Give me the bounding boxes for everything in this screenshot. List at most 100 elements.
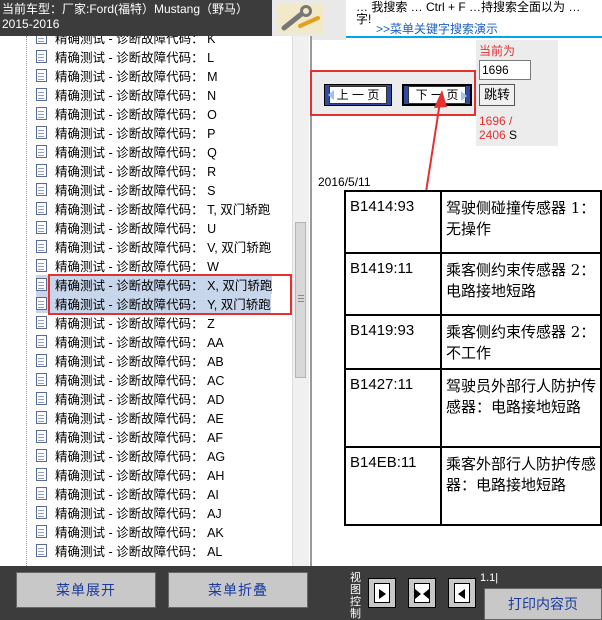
arrow-left-icon	[328, 90, 334, 100]
tree-item-label: 精确测试 - 诊断故障代码： P	[55, 127, 216, 141]
tree-item[interactable]: 精确测试 - 诊断故障代码： K	[36, 36, 215, 47]
document-icon	[36, 69, 47, 82]
page-number-input[interactable]	[479, 60, 531, 80]
tree-item-label: 精确测试 - 诊断故障代码： AL	[55, 545, 223, 559]
table-row: B1419:93 乘客侧约束传感器 2：不工作	[344, 314, 602, 370]
tree-item-label: 精确测试 - 诊断故障代码： Q	[55, 146, 217, 160]
tree-item-label: 精确测试 - 诊断故障代码： AE	[55, 412, 224, 426]
tree-item-label: 精确测试 - 诊断故障代码： M	[55, 70, 218, 84]
arrow-left-icon	[423, 589, 429, 599]
document-icon	[36, 544, 47, 557]
tree-item[interactable]: 精确测试 - 诊断故障代码： T, 双门轿跑	[36, 199, 270, 218]
document-icon	[36, 449, 47, 462]
document-icon	[36, 297, 47, 310]
document-icon	[36, 506, 47, 519]
scrollbar-grip-icon	[298, 295, 304, 296]
year-line: 2015-2016	[2, 17, 60, 31]
tree-item[interactable]: 精确测试 - 诊断故障代码： AB	[36, 351, 224, 370]
document-viewer: B1414:93 驾驶侧碰撞传感器 1：无操作 B1419:11 乘客侧约束传感器 2…	[312, 146, 602, 566]
tree-item[interactable]: 精确测试 - 诊断故障代码： W	[36, 256, 219, 275]
menu-collapse-button[interactable]: 菜单折叠	[168, 572, 308, 608]
tree-item-label: 精确测试 - 诊断故障代码： AJ	[55, 507, 222, 521]
tree-item[interactable]: 精确测试 - 诊断故障代码： P	[36, 123, 215, 142]
tree-item[interactable]: 精确测试 - 诊断故障代码： AC	[36, 370, 224, 389]
arrow-left-icon	[458, 589, 465, 599]
page-icon	[414, 583, 430, 603]
tree-item[interactable]: 精确测试 - 诊断故障代码： AG	[36, 446, 225, 465]
document-icon	[36, 107, 47, 120]
tree-item[interactable]: 精确测试 - 诊断故障代码： N	[36, 85, 216, 104]
scrollbar-thumb[interactable]	[295, 222, 306, 378]
tree-item-label: 精确测试 - 诊断故障代码： AI	[55, 488, 219, 502]
page-count-suffix: S	[509, 128, 518, 142]
tree-item[interactable]: 精确测试 - 诊断故障代码： Q	[36, 142, 217, 161]
tree-item[interactable]: 精确测试 - 诊断故障代码： Z	[36, 313, 215, 332]
jump-button[interactable]: 跳转	[479, 84, 515, 106]
tree-item[interactable]: 精确测试 - 诊断故障代码： AF	[36, 427, 223, 446]
prev-page-button[interactable]: 上 一 页	[324, 84, 392, 106]
document-icon	[36, 411, 47, 424]
vehicle-header: 当前车型：厂家:Ford(福特）Mustang（野马） 2015-2016	[0, 0, 272, 36]
tree-item[interactable]: 精确测试 - 诊断故障代码： U	[36, 218, 216, 237]
dtc-description: 乘客侧约束传感器 2：不工作	[440, 314, 602, 370]
banner-text-2: 字!	[356, 12, 372, 26]
tree-item[interactable]: 精确测试 - 诊断故障代码： AK	[36, 522, 224, 541]
view-expand-right-button[interactable]	[368, 578, 396, 608]
zoom-indicator: 1.1|	[480, 572, 499, 584]
app-logo	[272, 0, 346, 40]
document-icon	[36, 36, 47, 44]
table-row: B1427:11 驾驶员外部行人防护传感器：电路接地短路	[344, 368, 602, 448]
search-demo-link[interactable]: >>菜单关键字搜索演示	[376, 20, 498, 37]
view-expand-left-button[interactable]	[448, 578, 476, 608]
tree-item-label: 精确测试 - 诊断故障代码： R	[55, 165, 217, 179]
tree-item-label: 精确测试 - 诊断故障代码： AD	[55, 393, 225, 407]
tree-item-label: 精确测试 - 诊断故障代码： W	[55, 260, 219, 274]
menu-tree: 精确测试 - 诊断故障代码： K 精确测试 - 诊断故障代码： L 精确测试 - 诊…	[0, 36, 312, 566]
current-page-label: 当前为	[479, 44, 516, 58]
tree-item-label: 精确测试 - 诊断故障代码： V, 双门轿跑	[55, 241, 272, 255]
tree-guide-line	[26, 36, 28, 566]
document-icon	[36, 50, 47, 63]
tree-item[interactable]: 精确测试 - 诊断故障代码： AA	[36, 332, 224, 351]
tree-item-label: 精确测试 - 诊断故障代码： AC	[55, 374, 225, 388]
tree-item[interactable]: 精确测试 - 诊断故障代码： AI	[36, 484, 219, 503]
document-icon	[36, 354, 47, 367]
highlight-box-tree	[48, 274, 292, 315]
tree-item[interactable]: 精确测试 - 诊断故障代码： V, 双门轿跑	[36, 237, 271, 256]
document-icon	[36, 278, 47, 291]
tree-item[interactable]: 精确测试 - 诊断故障代码： O	[36, 104, 217, 123]
menu-expand-button[interactable]: 菜单展开	[16, 572, 156, 608]
tree-item[interactable]: 精确测试 - 诊断故障代码： AE	[36, 408, 224, 427]
tree-scrollbar[interactable]	[292, 36, 309, 566]
tree-item[interactable]: 精确测试 - 诊断故障代码： AJ	[36, 503, 222, 522]
tree-item[interactable]: 精确测试 - 诊断故障代码： M	[36, 66, 218, 85]
document-icon	[36, 221, 47, 234]
dtc-description: 驾驶员外部行人防护传感器：电路接地短路	[440, 368, 602, 448]
tree-item[interactable]: 精确测试 - 诊断故障代码： R	[36, 161, 216, 180]
table-row: B1414:93 驾驶侧碰撞传感器 1：无操作	[344, 190, 602, 254]
tree-item-label: 精确测试 - 诊断故障代码： AG	[55, 450, 226, 464]
banner-text-1: … 我搜索 … Ctrl + F …持搜索全面以为 …	[356, 0, 581, 14]
document-icon	[36, 202, 47, 215]
document-icon	[36, 468, 47, 481]
dtc-description: 乘客外部行人防护传感器：电路接地短路	[440, 446, 602, 526]
vehicle-line: 当前车型：厂家:Ford(福特）Mustang（野马）	[2, 2, 249, 16]
view-split-button[interactable]	[408, 578, 436, 608]
arrow-right-icon	[379, 589, 386, 599]
page-jump-panel: 当前为 跳转 1696 / 2406 S	[476, 40, 558, 146]
dtc-description: 乘客侧约束传感器 2：电路接地短路	[440, 252, 602, 316]
document-icon	[36, 126, 47, 139]
dtc-code: B1419:93	[344, 314, 442, 370]
document-icon	[36, 392, 47, 405]
tree-item[interactable]: 精确测试 - 诊断故障代码： AH	[36, 465, 224, 484]
tree-item[interactable]: 精确测试 - 诊断故障代码： AD	[36, 389, 224, 408]
tree-item[interactable]: 精确测试 - 诊断故障代码： AL	[36, 541, 222, 560]
print-page-button[interactable]: 打印内容页	[484, 588, 602, 620]
dtc-code: B1427:11	[344, 368, 442, 448]
tree-item-label: 精确测试 - 诊断故障代码： T, 双门轿跑	[55, 203, 271, 217]
help-banner: … 我搜索 … Ctrl + F …持搜索全面以为 … 字! >>菜单关键字搜索…	[346, 0, 602, 40]
tree-item[interactable]: 精确测试 - 诊断故障代码： L	[36, 47, 214, 66]
tree-item-label: 精确测试 - 诊断故障代码： U	[55, 222, 217, 236]
tree-item-label: 精确测试 - 诊断故障代码： L	[55, 51, 215, 65]
tree-item[interactable]: 精确测试 - 诊断故障代码： S	[36, 180, 215, 199]
